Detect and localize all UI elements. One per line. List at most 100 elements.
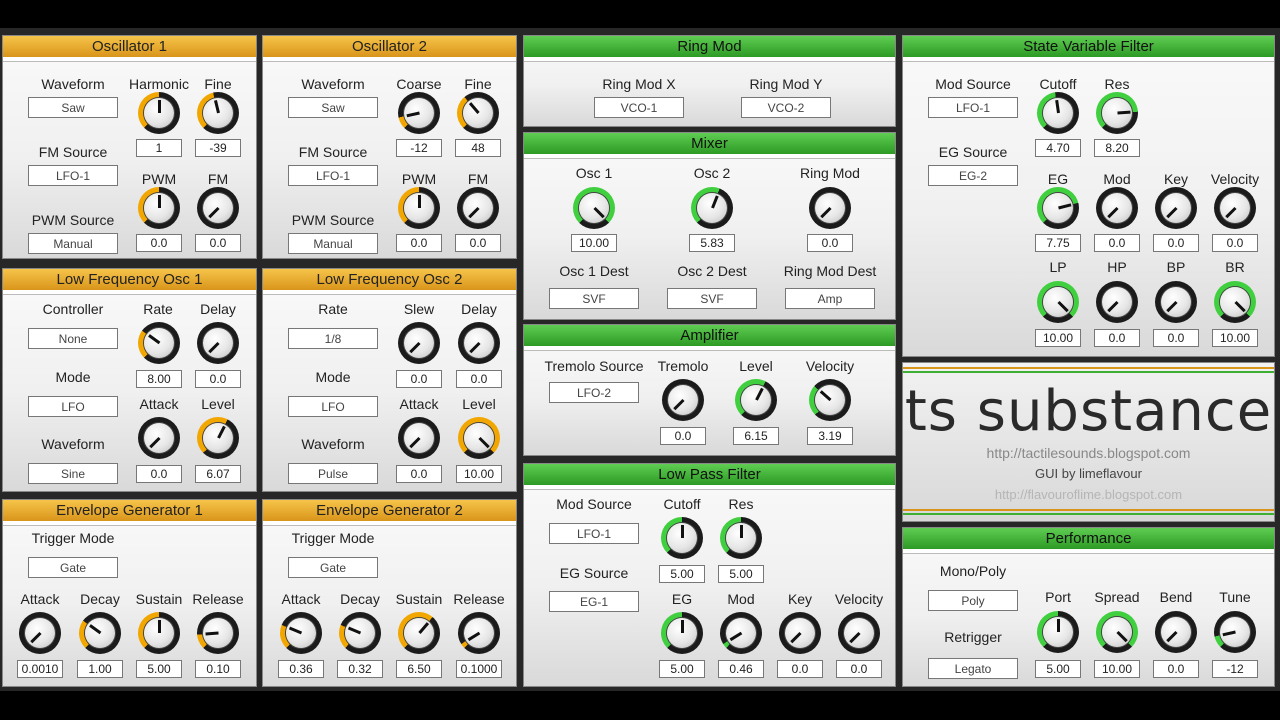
br-value[interactable]: 10.00: [1212, 329, 1258, 347]
level-value[interactable]: 6.07: [195, 465, 241, 483]
release-value[interactable]: 0.1000: [456, 660, 502, 678]
res-value[interactable]: 8.20: [1094, 139, 1140, 157]
rate-knob[interactable]: [138, 322, 180, 364]
fine-value[interactable]: -39: [195, 139, 241, 157]
fine-knob[interactable]: [197, 92, 239, 134]
bp-value[interactable]: 0.0: [1153, 329, 1199, 347]
pwm-source-select[interactable]: Manual: [288, 233, 378, 254]
attack-value[interactable]: 0.0: [396, 465, 442, 483]
release-value[interactable]: 0.10: [195, 660, 241, 678]
tune-value[interactable]: -12: [1212, 660, 1258, 678]
rate-value[interactable]: 8.00: [136, 370, 182, 388]
waveform-select[interactable]: Saw: [28, 97, 118, 118]
key-value[interactable]: 0.0: [1153, 234, 1199, 252]
mode-select[interactable]: LFO: [288, 396, 378, 417]
attack-knob[interactable]: [19, 612, 61, 654]
hp-knob[interactable]: [1096, 281, 1138, 323]
level-knob[interactable]: [458, 417, 500, 459]
harmonic-value[interactable]: 1: [136, 139, 182, 157]
fine-value[interactable]: 48: [455, 139, 501, 157]
attack-knob[interactable]: [138, 417, 180, 459]
mod-value[interactable]: 0.0: [1094, 234, 1140, 252]
waveform-select[interactable]: Saw: [288, 97, 378, 118]
ring-mod-y-select[interactable]: VCO-2: [741, 97, 831, 118]
tremolo-source-select[interactable]: LFO-2: [549, 382, 639, 403]
waveform-select[interactable]: Sine: [28, 463, 118, 484]
attack-value[interactable]: 0.0010: [17, 660, 63, 678]
fm-knob[interactable]: [197, 187, 239, 229]
eg-knob[interactable]: [661, 612, 703, 654]
lp-value[interactable]: 10.00: [1035, 329, 1081, 347]
ring-mod-dest-select[interactable]: Amp: [785, 288, 875, 309]
velocity-value[interactable]: 3.19: [807, 427, 853, 445]
bend-knob[interactable]: [1155, 611, 1197, 653]
res-knob[interactable]: [720, 517, 762, 559]
designer-link[interactable]: http://flavouroflime.blogspot.com: [903, 487, 1274, 502]
release-knob[interactable]: [197, 612, 239, 654]
pwm-value[interactable]: 0.0: [136, 234, 182, 252]
osc-1-value[interactable]: 10.00: [571, 234, 617, 252]
osc-2-knob[interactable]: [691, 187, 733, 229]
spread-value[interactable]: 10.00: [1094, 660, 1140, 678]
mono-poly-select[interactable]: Poly: [928, 590, 1018, 611]
coarse-knob[interactable]: [398, 92, 440, 134]
key-value[interactable]: 0.0: [777, 660, 823, 678]
level-knob[interactable]: [735, 379, 777, 421]
res-knob[interactable]: [1096, 92, 1138, 134]
fm-value[interactable]: 0.0: [455, 234, 501, 252]
decay-value[interactable]: 1.00: [77, 660, 123, 678]
trigger-mode-select[interactable]: Gate: [28, 557, 118, 578]
website-link[interactable]: http://tactilesounds.blogspot.com: [903, 445, 1274, 461]
level-value[interactable]: 6.15: [733, 427, 779, 445]
osc-1-dest-select[interactable]: SVF: [549, 288, 639, 309]
attack-value[interactable]: 0.36: [278, 660, 324, 678]
velocity-knob[interactable]: [838, 612, 880, 654]
eg-source-select[interactable]: EG-2: [928, 165, 1018, 186]
cutoff-knob[interactable]: [1037, 92, 1079, 134]
mod-source-select[interactable]: LFO-1: [549, 523, 639, 544]
osc-1-knob[interactable]: [573, 187, 615, 229]
tune-knob[interactable]: [1214, 611, 1256, 653]
harmonic-knob[interactable]: [138, 92, 180, 134]
eg-value[interactable]: 5.00: [659, 660, 705, 678]
delay-value[interactable]: 0.0: [456, 370, 502, 388]
rate-select[interactable]: 1/8: [288, 328, 378, 349]
slew-value[interactable]: 0.0: [396, 370, 442, 388]
br-knob[interactable]: [1214, 281, 1256, 323]
coarse-value[interactable]: -12: [396, 139, 442, 157]
slew-knob[interactable]: [398, 322, 440, 364]
sustain-value[interactable]: 5.00: [136, 660, 182, 678]
ring-mod-knob[interactable]: [809, 187, 851, 229]
cutoff-value[interactable]: 4.70: [1035, 139, 1081, 157]
delay-knob[interactable]: [197, 322, 239, 364]
osc-2-value[interactable]: 5.83: [689, 234, 735, 252]
fm-knob[interactable]: [457, 187, 499, 229]
res-value[interactable]: 5.00: [718, 565, 764, 583]
hp-value[interactable]: 0.0: [1094, 329, 1140, 347]
tremolo-value[interactable]: 0.0: [660, 427, 706, 445]
velocity-value[interactable]: 0.0: [1212, 234, 1258, 252]
fm-value[interactable]: 0.0: [195, 234, 241, 252]
pwm-knob[interactable]: [398, 187, 440, 229]
decay-knob[interactable]: [79, 612, 121, 654]
attack-knob[interactable]: [280, 612, 322, 654]
velocity-value[interactable]: 0.0: [836, 660, 882, 678]
decay-value[interactable]: 0.32: [337, 660, 383, 678]
eg-source-select[interactable]: EG-1: [549, 591, 639, 612]
velocity-knob[interactable]: [1214, 187, 1256, 229]
mod-knob[interactable]: [720, 612, 762, 654]
eg-knob[interactable]: [1037, 187, 1079, 229]
delay-knob[interactable]: [458, 322, 500, 364]
sustain-knob[interactable]: [138, 612, 180, 654]
pwm-knob[interactable]: [138, 187, 180, 229]
mod-value[interactable]: 0.46: [718, 660, 764, 678]
spread-knob[interactable]: [1096, 611, 1138, 653]
velocity-knob[interactable]: [809, 379, 851, 421]
mod-source-select[interactable]: LFO-1: [928, 97, 1018, 118]
eg-value[interactable]: 7.75: [1035, 234, 1081, 252]
fm-source-select[interactable]: LFO-1: [28, 165, 118, 186]
waveform-select[interactable]: Pulse: [288, 463, 378, 484]
port-knob[interactable]: [1037, 611, 1079, 653]
sustain-value[interactable]: 6.50: [396, 660, 442, 678]
fine-knob[interactable]: [457, 92, 499, 134]
